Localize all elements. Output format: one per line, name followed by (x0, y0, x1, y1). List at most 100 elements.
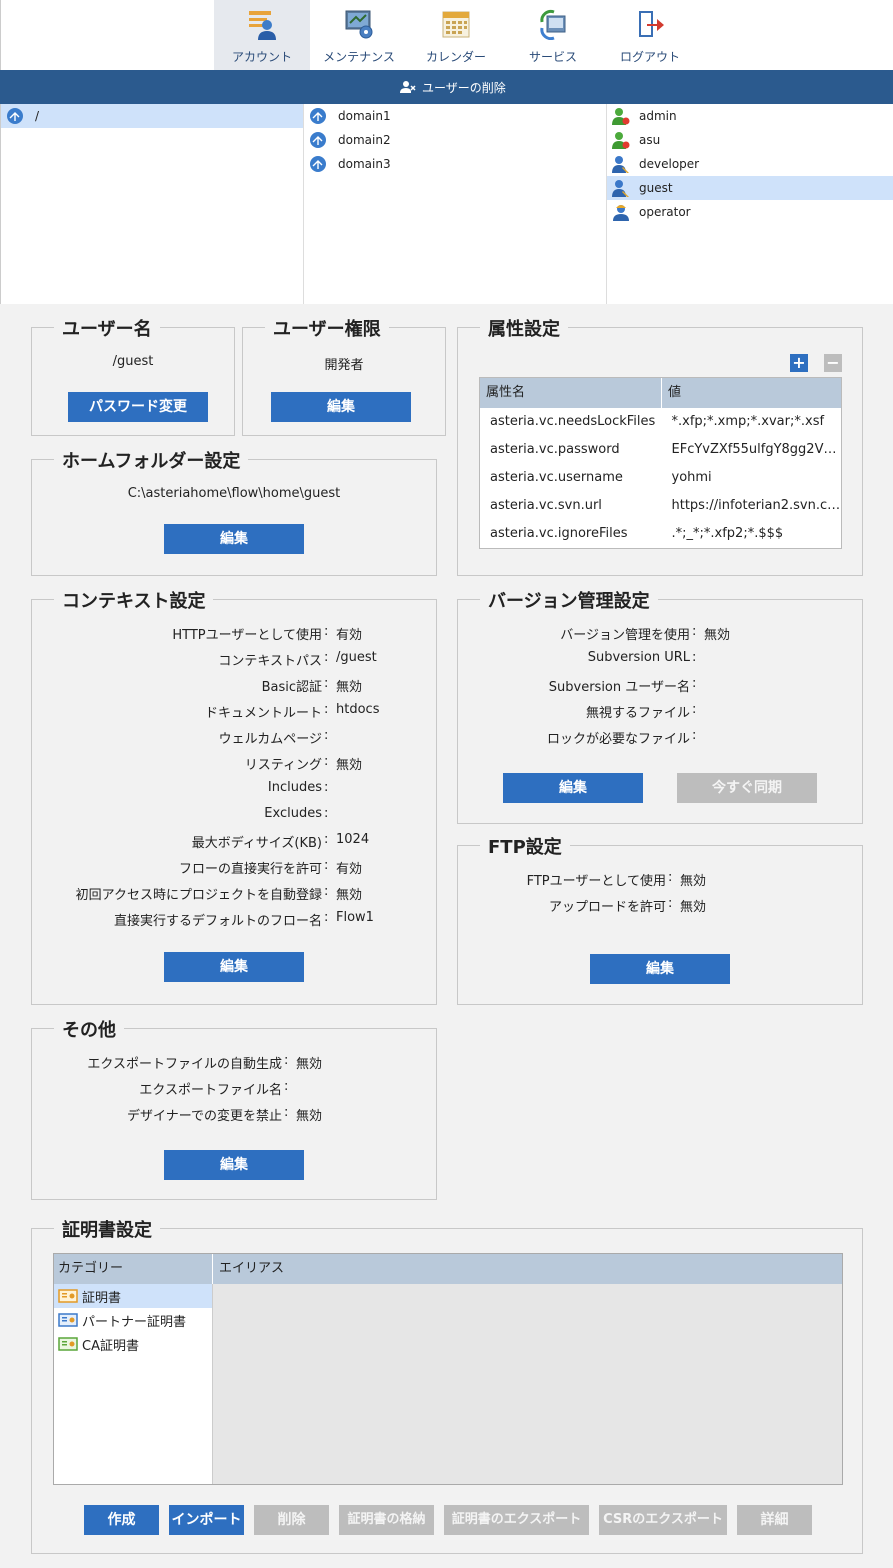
setting-label: 最大ボディサイズ(KB) (191, 836, 322, 851)
list-item-label: asu (639, 133, 661, 147)
attr-name: asteria.vc.username (490, 470, 623, 485)
setting-row: アップロードを許可: 無効 (458, 896, 706, 915)
table-row[interactable]: asteria.vc.ignoreFiles .*;_*;*.xfp2;*.$$$ (480, 520, 841, 548)
edit-ftp-button[interactable]: 編集 (590, 954, 730, 984)
attribute-panel: 属性設定 + − 属性名 値 asteria.vc.needsLockFiles… (457, 315, 863, 576)
setting-value: 無効 (296, 1057, 323, 1072)
username-panel: ユーザー名 /guest パスワード変更 (31, 315, 235, 436)
setting-label: Subversion ユーザー名 (548, 680, 690, 695)
setting-value: 無効 (704, 628, 731, 643)
setting-row: リスティング: 無効 (32, 754, 362, 773)
setting-value: 無効 (336, 888, 363, 903)
setting-separator: : (324, 806, 329, 821)
edit-context-button[interactable]: 編集 (164, 952, 304, 982)
attribute-value-header: 値 (668, 385, 682, 400)
add-attribute-button[interactable]: + (790, 354, 808, 372)
nav-account[interactable]: アカウント (214, 0, 310, 70)
list-item-domain3[interactable]: domain3 (304, 152, 606, 176)
attr-value: *.xfp;*.xmp;*.xvar;*.xsf (671, 414, 825, 429)
table-row[interactable]: asteria.vc.username yohmi (480, 464, 841, 492)
edit-permission-button[interactable]: 編集 (271, 392, 411, 422)
delete-user-button[interactable]: ユーザーの削除 (400, 76, 506, 98)
ftp-panel: FTP設定 FTPユーザーとして使用: 無効 アップロードを許可: 無効 編集 (457, 833, 863, 1005)
setting-value: 無効 (680, 900, 707, 915)
table-row[interactable]: asteria.vc.needsLockFiles *.xfp;*.xmp;*.x… (480, 408, 841, 436)
export-csr-button[interactable]: CSRのエクスポート (599, 1505, 727, 1535)
list-item-domain1[interactable]: domain1 (304, 104, 606, 128)
nav-maintenance[interactable]: メンテナンス (311, 0, 407, 70)
list-item-guest[interactable]: guest (607, 176, 893, 200)
setting-separator: : (668, 896, 673, 911)
list-item-domain2[interactable]: domain2 (304, 128, 606, 152)
edit-other-button[interactable]: 編集 (164, 1150, 304, 1180)
delete-user-label: ユーザーの削除 (422, 80, 506, 95)
attr-name: asteria.vc.svn.url (490, 498, 602, 513)
delete-certificate-button[interactable]: 削除 (254, 1505, 329, 1535)
sync-now-button[interactable]: 今すぐ同期 (677, 773, 817, 803)
app-root: アカウント メンテナンス カレンダー サービス ログアウト ユーザーの削除 / … (0, 0, 893, 1568)
nav-service[interactable]: サービス (505, 0, 601, 70)
category-label: CA証明書 (82, 1338, 139, 1354)
certificate-table: カテゴリー エイリアス 証明書 パートナー証明書 CA証明書 (53, 1253, 843, 1485)
store-certificate-button[interactable]: 証明書の格納 (339, 1505, 434, 1535)
setting-label: 直接実行するデフォルトのフロー名 (113, 914, 322, 929)
other-title: その他 (54, 1016, 124, 1042)
export-certificate-button[interactable]: 証明書のエクスポート (444, 1505, 589, 1535)
remove-attribute-button[interactable]: − (824, 354, 842, 372)
setting-label: リスティング (244, 758, 322, 773)
category-item-ca[interactable]: CA証明書 (54, 1332, 212, 1356)
category-item-partner[interactable]: パートナー証明書 (54, 1308, 212, 1332)
attr-value: https://infoterian2.svn.cloudforge.com/ (671, 498, 842, 513)
root-column: / (0, 104, 304, 304)
setting-value: htdocs (336, 702, 380, 717)
setting-label: エクスポートファイルの自動生成 (87, 1057, 282, 1072)
setting-label: Subversion URL (587, 650, 690, 665)
edit-version-button[interactable]: 編集 (503, 773, 643, 803)
category-item-certificate[interactable]: 証明書 (54, 1284, 212, 1308)
attr-value: EFcYvZXf55ulfgY8gg2VZw== (671, 442, 842, 457)
domain-icon (310, 132, 326, 148)
other-panel: その他 エクスポートファイルの自動生成: 無効 エクスポートファイル名: デザイナーで… (31, 1016, 437, 1200)
list-item-operator[interactable]: operator (607, 200, 893, 224)
table-row[interactable]: asteria.vc.svn.url https://infoterian2.sv… (480, 492, 841, 520)
setting-label: コンテキストパス (218, 654, 322, 669)
setting-label: Includes (267, 780, 322, 795)
list-item-label: admin (639, 109, 677, 123)
list-item-label: guest (639, 181, 673, 195)
attr-value: yohmi (671, 470, 712, 485)
create-certificate-button[interactable]: 作成 (84, 1505, 159, 1535)
list-item-admin[interactable]: admin (607, 104, 893, 128)
table-row[interactable]: asteria.vc.password EFcYvZXf55ulfgY8gg2VZ… (480, 436, 841, 464)
top-navigation: アカウント メンテナンス カレンダー サービス ログアウト (0, 0, 893, 70)
admin-user-icon (612, 108, 630, 125)
setting-label: バージョン管理を使用 (560, 628, 690, 643)
setting-separator: : (692, 676, 697, 691)
alias-list (213, 1284, 842, 1484)
setting-label: フローの直接実行を許可 (178, 862, 322, 877)
user-column: admin asu developer guest operator (607, 104, 893, 304)
import-certificate-button[interactable]: インポート (169, 1505, 244, 1535)
edit-home-folder-button[interactable]: 編集 (164, 524, 304, 554)
setting-row: Subversion URL: (458, 650, 704, 665)
list-item-label: operator (639, 205, 691, 219)
setting-label: Basic認証 (261, 680, 322, 695)
list-item-root[interactable]: / (1, 104, 303, 128)
setting-row: 最大ボディサイズ(KB):1024 (32, 832, 369, 851)
nav-calendar[interactable]: カレンダー (408, 0, 504, 70)
setting-label: Excludes (264, 806, 322, 821)
attribute-table-header: 属性名 値 (480, 378, 841, 408)
certificate-details-button[interactable]: 詳細 (737, 1505, 812, 1535)
admin-user-icon (612, 132, 630, 149)
setting-row: 初回アクセス時にプロジェクトを自動登録: 無効 (32, 884, 362, 903)
list-item-developer[interactable]: developer (607, 152, 893, 176)
setting-separator: : (692, 728, 697, 743)
setting-separator: : (324, 832, 329, 847)
nav-logout[interactable]: ログアウト (602, 0, 698, 70)
change-password-button[interactable]: パスワード変更 (68, 392, 208, 422)
certificate-table-header: カテゴリー エイリアス (54, 1254, 842, 1284)
home-folder-value: C:\asteriahome\flow\home\guest (127, 486, 341, 501)
action-bar: ユーザーの削除 (0, 70, 893, 104)
setting-separator: : (324, 910, 329, 925)
list-item-asu[interactable]: asu (607, 128, 893, 152)
setting-label: ドキュメントルート (204, 706, 322, 721)
